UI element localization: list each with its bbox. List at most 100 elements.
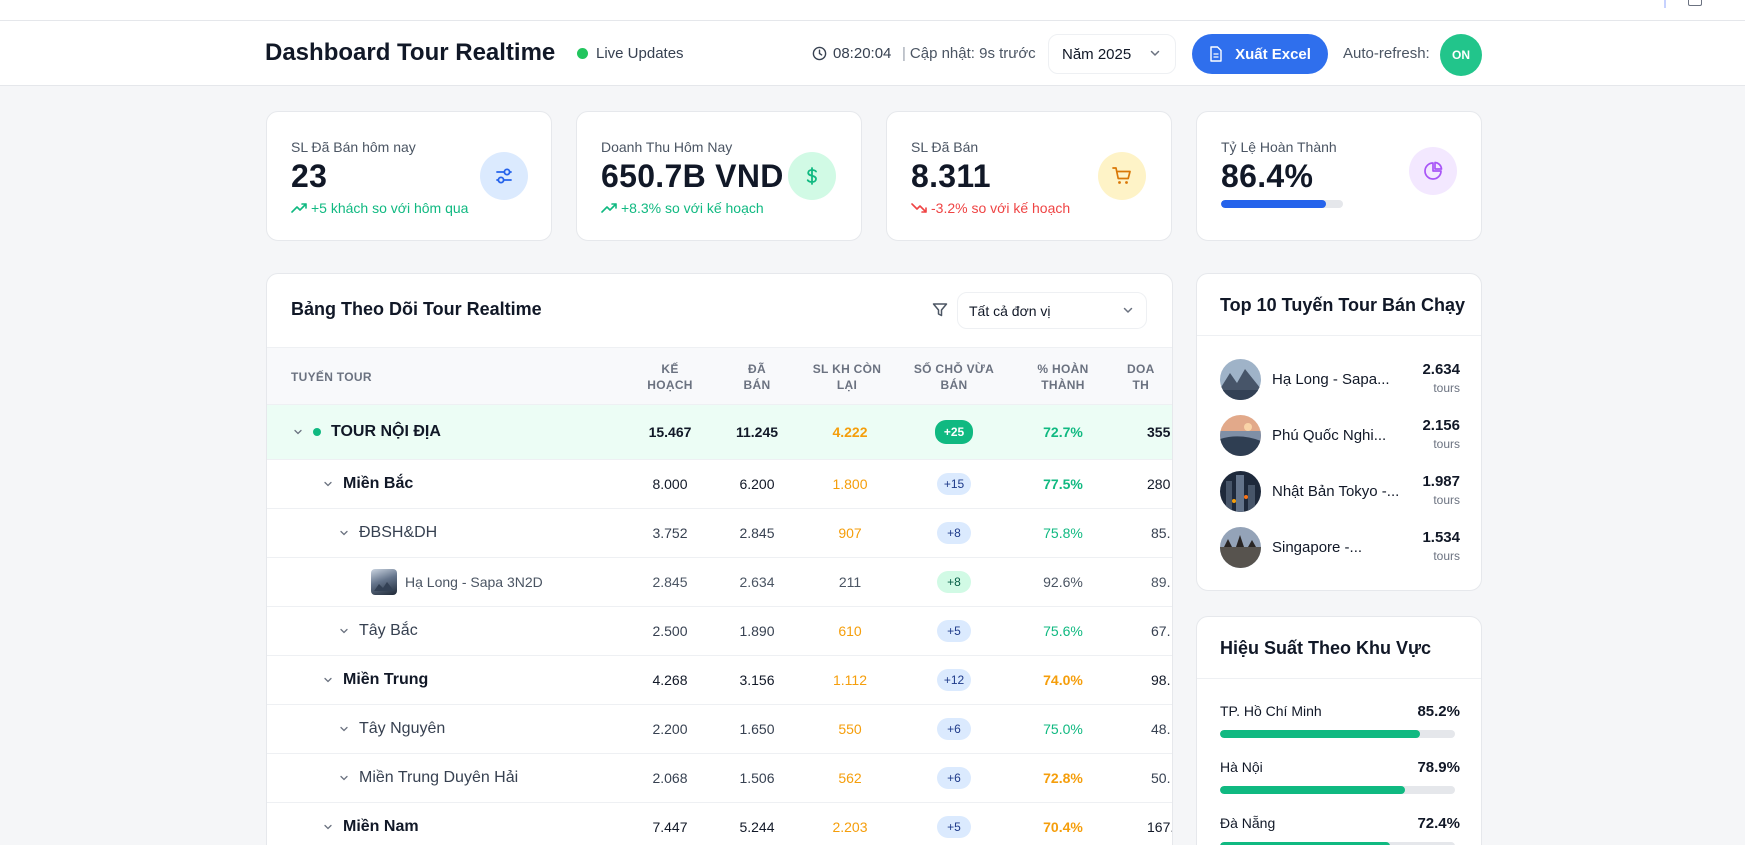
chevron-down-icon [1123,307,1133,313]
col-header-plan[interactable]: KẾ HOẠCH [620,348,720,406]
tour-unit: tours [1433,493,1460,507]
col-header-route[interactable]: TUYẾN TOUR [291,348,372,406]
last-updated-text: Cập nhật: 9s trước [909,45,1036,62]
cell-sold: 3.156 [739,672,775,688]
chevron-down-icon[interactable] [323,822,333,832]
top-tour-item[interactable]: Singapore -... 1.534 tours [1220,527,1460,569]
cell-recent: +12 [904,656,1004,704]
recent-sold-badge: +5 [937,816,971,838]
region-value: 72.4% [1417,815,1460,832]
trend-up-icon [601,203,617,213]
chevron-down-icon[interactable] [339,773,349,783]
cell-plan: 8.000 [652,476,688,492]
row-name: Tây Nguyên [359,720,446,737]
col-header-remaining[interactable]: SL KH CÒN LẠI [787,348,907,406]
top-tour-item[interactable]: Hạ Long - Sapa... 2.634 tours [1220,359,1460,401]
kpi-value: 86.4% [1221,158,1314,194]
tour-count: 1.534 [1422,529,1460,546]
cell-completion: 92.6% [1043,574,1083,590]
chevron-down-icon[interactable] [339,724,349,734]
col-header-revenue[interactable]: DOA TH [1127,348,1172,406]
year-select[interactable]: Năm 2025 [1048,34,1176,74]
cell-revenue: 98. [1151,672,1171,688]
region-progress-bar [1220,730,1455,738]
unit-filter-select[interactable]: Tất cả đơn vị [957,292,1147,329]
top-tour-item[interactable]: Nhật Bản Tokyo -... 1.987 tours [1220,471,1460,513]
table-row-dbsh-dh[interactable]: ĐBSH&DH 3.752 2.845 907 +8 75.8% 85. [267,509,1172,558]
chevron-down-icon[interactable] [293,427,303,437]
table-row-tour-noi-dia[interactable]: TOUR NỘI ĐỊA 15.467 11.245 4.222 +25 72.… [267,405,1172,460]
kpi-value: 650.7B VND [601,158,784,194]
tour-count: 2.156 [1422,417,1460,434]
tour-name: Singapore -... [1272,539,1363,556]
table-row-mien-trung-duyen-hai[interactable]: Miền Trung Duyên Hải 2.068 1.506 562 +6 … [267,754,1172,803]
cell-revenue: 48. [1151,721,1171,737]
kpi-label: SL Đã Bán [911,139,979,155]
cell-plan: 2.500 [652,623,688,639]
window-icon[interactable] [1688,0,1702,6]
chevron-down-icon[interactable] [339,528,349,538]
row-name-cell: Miền Bắc [323,460,413,508]
row-name: TOUR NỘI ĐỊA [331,423,441,440]
kpi-trend-text: -3.2% so với kế hoạch [931,200,1071,216]
tour-name: Phú Quốc Nghi... [1272,427,1387,444]
cell-revenue: 89. [1151,574,1171,590]
unit-filter-value: Tất cả đơn vị [969,302,1051,319]
trend-up-icon [291,203,307,213]
cell-sold: 2.845 [739,525,775,541]
tour-avatar-image [1220,527,1261,568]
cell-sold: 1.650 [739,721,775,737]
cell-remaining: 550 [838,721,862,737]
row-name: Miền Trung Duyên Hải [359,769,519,786]
cell-sold: 6.200 [739,476,775,492]
top-tour-item[interactable]: Phú Quốc Nghi... 2.156 tours [1220,415,1460,457]
table-row-mien-bac[interactable]: Miền Bắc 8.000 6.200 1.800 +15 77.5% 280 [267,460,1172,509]
table-row-tay-nguyen[interactable]: Tây Nguyên 2.200 1.650 550 +6 75.0% 48. [267,705,1172,754]
cell-revenue: 355 [1147,424,1171,440]
region-name: Đà Nẵng [1220,815,1276,831]
cell-revenue: 85. [1151,525,1171,541]
cell-revenue: 167. [1147,819,1173,835]
region-value: 78.9% [1417,759,1460,776]
row-name-cell: Miền Nam [323,803,419,845]
row-name: Miền Bắc [343,475,414,492]
chevron-down-icon[interactable] [339,626,349,636]
col-header-recent-sold[interactable]: SỐ CHỖ VỪA BÁN [894,348,1014,406]
export-excel-button[interactable]: Xuất Excel [1192,34,1328,74]
cell-plan: 3.752 [652,525,688,541]
filter-icon[interactable] [931,301,949,319]
cell-completion: 72.8% [1043,770,1083,786]
cell-remaining: 1.112 [833,672,867,688]
cell-plan: 7.447 [652,819,688,835]
table-row-mien-nam[interactable]: Miền Nam 7.447 5.244 2.203 +5 70.4% 167. [267,803,1173,845]
col-header-completion[interactable]: % HOÀN THÀNH [1013,348,1113,406]
cell-revenue: 280 [1147,476,1171,492]
cell-remaining: 4.222 [832,424,868,440]
table-row-ha-long-sapa[interactable]: Hạ Long - Sapa 3N2D 2.845 2.634 211 +8 9… [267,558,1172,607]
panel-title: Top 10 Tuyến Tour Bán Chạy [1220,295,1466,315]
chevron-down-icon[interactable] [323,479,333,489]
tour-avatar-image [1220,471,1261,512]
top10-tours-panel: Top 10 Tuyến Tour Bán Chạy Hạ Long - Sap… [1196,273,1482,591]
table-row-mien-trung[interactable]: Miền Trung 4.268 3.156 1.112 +12 74.0% 9… [267,656,1172,705]
last-updated: | Cập nhật: 9s trước [902,45,1036,62]
recent-sold-badge: +15 [936,473,972,495]
auto-refresh-toggle[interactable]: ON [1440,34,1482,76]
row-name-cell: Tây Bắc [339,607,418,655]
completion-progress-bar [1221,200,1343,208]
chevron-down-icon[interactable] [323,675,333,685]
recent-sold-badge: +25 [935,420,973,444]
cell-plan: 2.200 [652,721,688,737]
tour-thumbnail-image [371,569,397,595]
clock-icon [812,46,827,61]
region-name: TP. Hồ Chí Minh [1220,703,1322,719]
table-row-tay-bac[interactable]: Tây Bắc 2.500 1.890 610 +5 75.6% 67. [267,607,1172,656]
cell-remaining: 562 [838,770,862,786]
recent-sold-badge: +5 [937,620,971,642]
divider [1197,335,1481,336]
cell-recent: +6 [904,705,1004,753]
cell-recent: +8 [904,558,1004,606]
divider [1197,678,1481,679]
auto-refresh-label: Auto-refresh: [1343,45,1430,62]
browser-top-strip [0,0,1745,21]
